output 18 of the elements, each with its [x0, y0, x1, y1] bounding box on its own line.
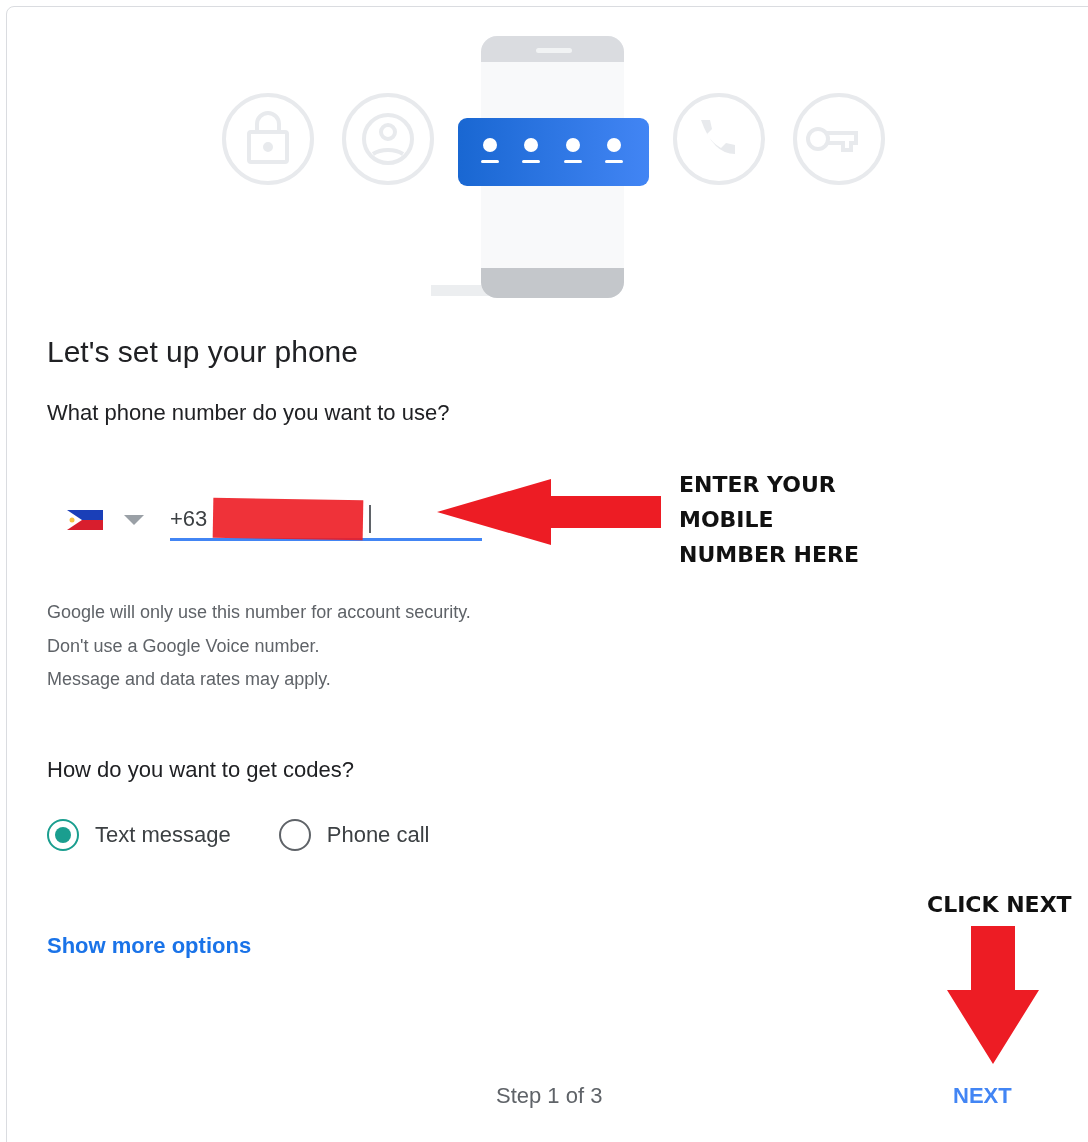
phone-number-field[interactable]: +63: [170, 499, 482, 541]
helper-text: Don't use a Google Voice number.: [47, 634, 321, 658]
next-button[interactable]: NEXT: [947, 1078, 1018, 1113]
helper-text: Message and data rates may apply.: [47, 668, 332, 691]
page-heading: Let's set up your phone: [47, 334, 359, 370]
flag-icon: [67, 510, 103, 530]
show-more-options-link[interactable]: Show more options: [47, 932, 252, 959]
radio-button[interactable]: [278, 818, 311, 851]
codes-question: How do you want to get codes?: [47, 755, 355, 784]
dropdown-caret-icon[interactable]: [124, 515, 144, 525]
radio-button[interactable]: [47, 818, 79, 851]
step-indicator: Step 1 of 3: [496, 1082, 603, 1109]
phone-question: What phone number do you want to use?: [47, 399, 451, 427]
radio-option[interactable]: Text message: [47, 818, 231, 851]
helper-text: Google will only use this number for account security.: [47, 601, 472, 624]
annotation-text: ENTER YOUR MOBILE NUMBER HERE: [679, 471, 859, 569]
annotation-text: CLICK NEXT: [927, 891, 1072, 919]
radio-option[interactable]: Phone call: [278, 818, 430, 851]
